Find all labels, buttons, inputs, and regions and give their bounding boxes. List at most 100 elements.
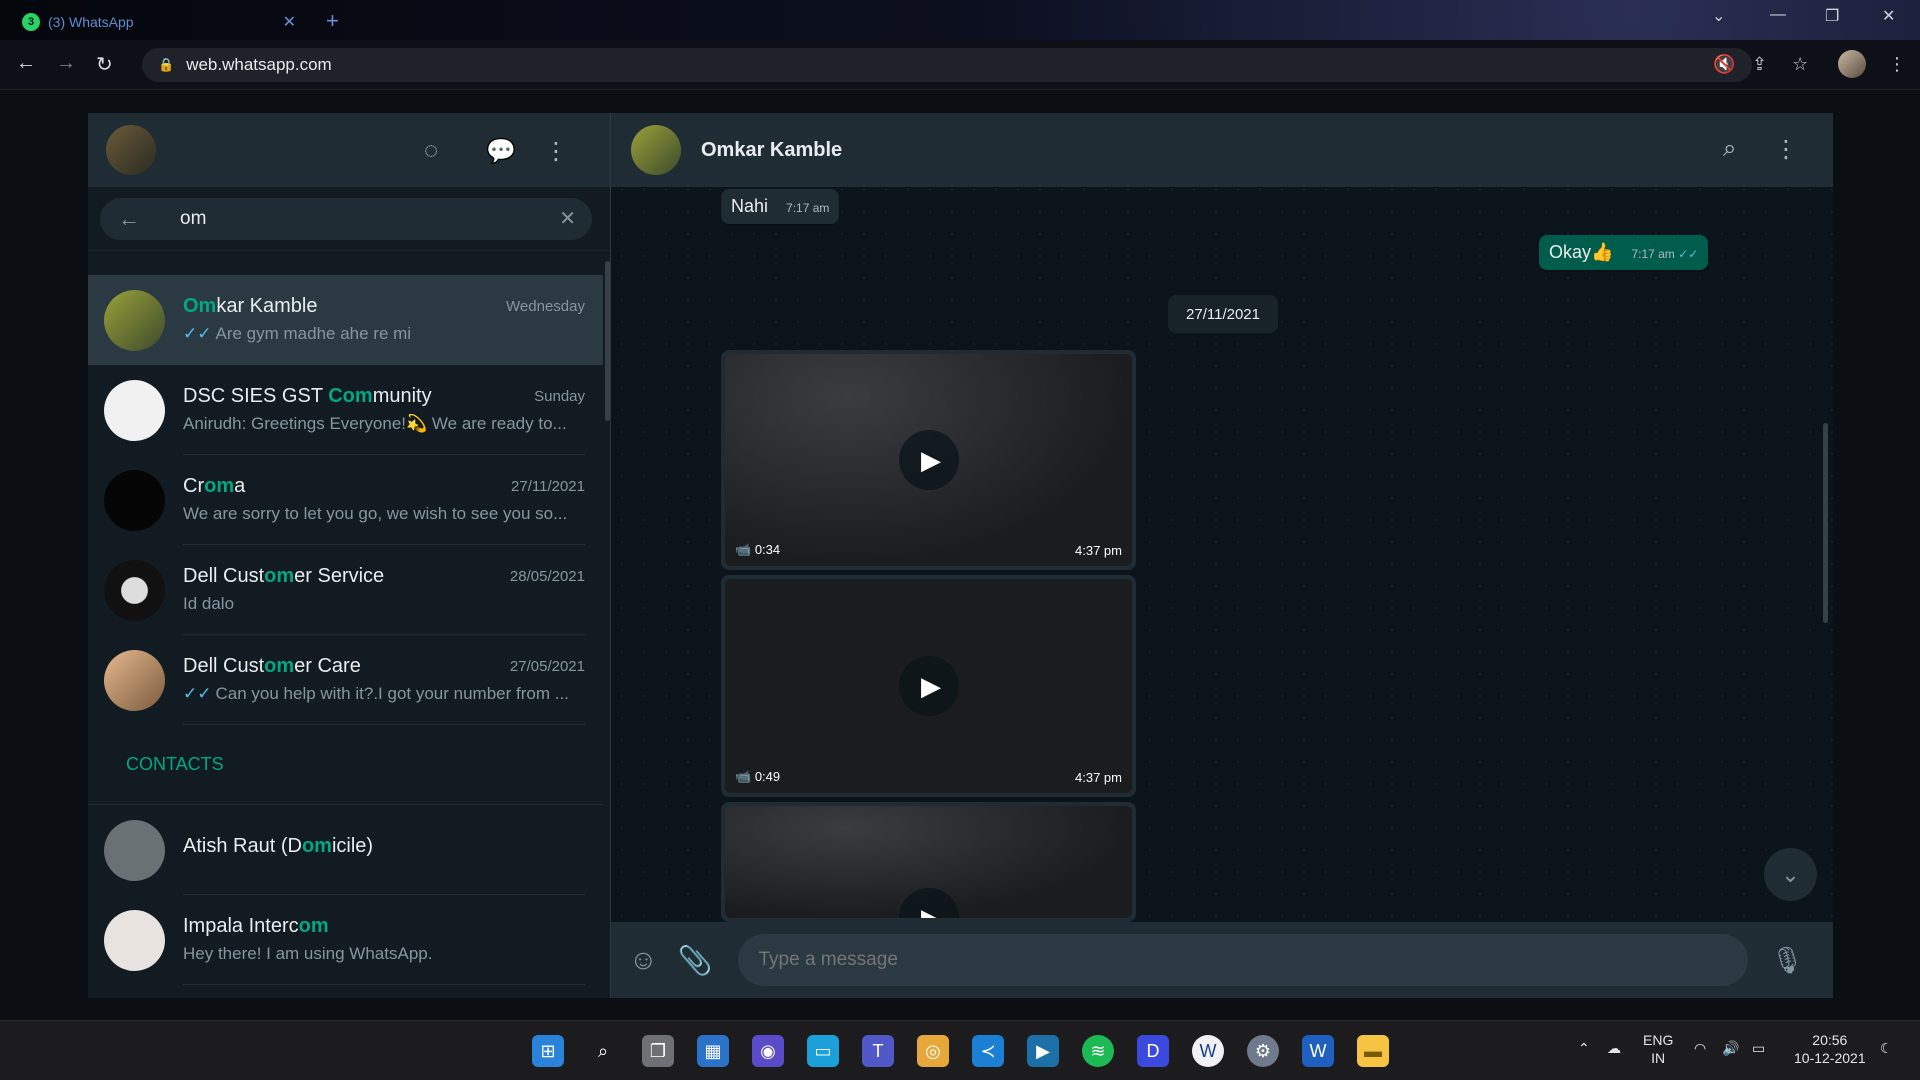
video-time: 4:37 pm (1075, 770, 1122, 785)
chat-name: Croma (183, 475, 246, 497)
video-message[interactable]: ▶ 📹 0:34 4:37 pm (721, 350, 1136, 570)
outgoing-message[interactable]: Okay👍 7:17 am ✓✓ (1539, 235, 1709, 270)
reload-icon[interactable]: ↻ (96, 52, 113, 77)
new-tab-icon[interactable]: + (326, 8, 339, 34)
whatsapp-favicon-icon: 3 (22, 13, 40, 31)
settings-gear-icon[interactable]: ⚙ (1247, 1035, 1279, 1067)
dev-icon[interactable]: D (1137, 1035, 1169, 1067)
spotify-icon[interactable]: ≋ (1082, 1035, 1114, 1067)
read-ticks-icon: ✓✓ (1678, 247, 1699, 261)
chat-row-omkar-kamble[interactable]: Omkar Kamble Wednesday ✓✓ Are gym madhe a… (88, 275, 603, 365)
chat-scrollbar[interactable] (1823, 423, 1828, 623)
chat-preview: ✓✓ Are gym madhe ahe re mi (183, 324, 412, 343)
video-duration: 📹 0:49 (735, 769, 781, 784)
mute-site-icon[interactable]: 🔇 (1713, 54, 1735, 75)
contact-about: Hey there! I am using WhatsApp. (183, 944, 433, 963)
avatar (104, 289, 165, 351)
chat-name: Dell Customer Care (183, 655, 361, 677)
avatar (104, 559, 165, 621)
chat-time: 27/05/2021 (509, 658, 585, 675)
share-icon[interactable]: ⇪ (1752, 54, 1767, 75)
message-composer: ☺ 📎 🎙 (611, 922, 1833, 998)
incoming-message[interactable]: Nahi 7:17 am (721, 189, 840, 224)
message-input[interactable] (738, 934, 1749, 986)
chat-row-dsc-sies[interactable]: DSC SIES GST Community Sunday Anirudh: G… (88, 365, 603, 455)
status-icon[interactable]: ◌ (424, 137, 438, 165)
browser-menu-icon[interactable]: ⋮ (1888, 54, 1906, 75)
profile-avatar[interactable] (1838, 50, 1866, 78)
chat-preview: Anirudh: Greetings Everyone!💫 We are rea… (183, 414, 567, 433)
address-toolbar: ← → ↻ 🔒 web.whatsapp.com 🔇 ⇪ ☆ ⋮ (0, 40, 1920, 90)
close-window-icon[interactable]: ✕ (1882, 6, 1895, 26)
video-message[interactable]: ▶ 📹 0:49 4:37 pm (721, 575, 1136, 797)
back-icon[interactable]: ← (16, 52, 36, 75)
chat-row-dell-service[interactable]: Dell Customer Service 28/05/2021 Id dalo (88, 545, 603, 635)
chat-app-icon[interactable]: ◉ (752, 1035, 784, 1067)
file-explorer-icon[interactable]: ▬ (1357, 1035, 1389, 1067)
search-box: ← ✕ (100, 197, 592, 240)
sidebar-header: ◌ 💬 ⋮ (88, 113, 610, 187)
battery-icon[interactable]: ▭ (1752, 1039, 1765, 1057)
contact-row-impala-intercom[interactable]: Impala Intercom Hey there! I am using Wh… (88, 895, 603, 985)
play-icon[interactable]: ▶ (898, 430, 959, 490)
notifications-icon[interactable]: ☾ (1880, 1039, 1893, 1057)
minimize-icon[interactable]: — (1770, 6, 1786, 24)
widgets-icon[interactable]: ▦ (697, 1035, 729, 1067)
volume-icon[interactable]: 🔊 (1722, 1039, 1739, 1057)
video-thumbnail: ▶ 📹 0:34 4:37 pm (725, 354, 1132, 566)
search-taskbar-icon[interactable]: ⌕ (587, 1035, 619, 1067)
task-view-icon[interactable]: ❐ (642, 1035, 674, 1067)
play-icon[interactable]: ▶ (898, 656, 959, 716)
prime-video-icon[interactable]: ▶ (1027, 1035, 1059, 1067)
app-w-icon[interactable]: W (1192, 1035, 1224, 1067)
scroll-down-chevron-icon[interactable]: ⌄ (1764, 848, 1817, 901)
close-tab-icon[interactable]: ✕ (283, 12, 296, 32)
contact-row-atish-raut[interactable]: Atish Raut (Domicile) (88, 805, 603, 895)
wifi-icon[interactable]: ◠ (1694, 1039, 1706, 1057)
search-input[interactable] (180, 207, 540, 230)
onedrive-cloud-icon[interactable]: ☁ (1607, 1039, 1621, 1057)
url-text: web.whatsapp.com (186, 55, 332, 74)
chrome-icon[interactable]: ◎ (917, 1035, 949, 1067)
chat-menu-icon[interactable]: ⋮ (1774, 135, 1798, 164)
teams-icon[interactable]: T (862, 1035, 894, 1067)
chat-row-croma[interactable]: Croma 27/11/2021 We are sorry to let you… (88, 455, 603, 545)
sidebar-scrollbar[interactable] (605, 261, 610, 421)
video-message[interactable]: ▶ (721, 802, 1136, 922)
url-bar[interactable]: 🔒 web.whatsapp.com (142, 48, 1752, 82)
default-avatar-icon (104, 819, 165, 881)
microphone-icon[interactable]: 🎙 (1770, 945, 1803, 976)
language-indicator[interactable]: ENG IN (1643, 1031, 1673, 1067)
chat-row-dell-care[interactable]: Dell Customer Care 27/05/2021 ✓✓ Can you … (88, 635, 603, 725)
menu-icon[interactable]: ⋮ (544, 137, 568, 166)
attach-icon[interactable]: 📎 (678, 944, 713, 977)
bookmark-star-icon[interactable]: ☆ (1792, 54, 1808, 75)
clock[interactable]: 20:56 10-12-2021 (1794, 1031, 1866, 1067)
contact-avatar[interactable] (631, 125, 681, 175)
windows-taskbar: ⊞ ⌕ ❐ ▦ ◉ ▭ T ◎ ≺ ▶ ≋ D W ⚙ W ▬ ⌃ ☁ ENG I… (0, 1020, 1920, 1080)
my-avatar[interactable] (106, 125, 156, 175)
browser-tab[interactable]: 3 (3) WhatsApp ✕ (10, 4, 310, 40)
vscode-icon[interactable]: ≺ (972, 1035, 1004, 1067)
tab-title: (3) WhatsApp (48, 14, 134, 30)
start-icon[interactable]: ⊞ (532, 1035, 564, 1067)
restore-icon[interactable]: ❐ (1825, 6, 1839, 26)
desktop-icon[interactable]: ▭ (807, 1035, 839, 1067)
forward-icon[interactable]: → (56, 52, 76, 75)
new-chat-icon[interactable]: 💬 (486, 137, 516, 166)
chat-preview: Id dalo (183, 594, 235, 613)
chat-header[interactable]: Omkar Kamble ⌕ ⋮ (611, 113, 1833, 187)
clear-search-icon[interactable]: ✕ (559, 206, 576, 231)
show-hidden-icons-icon[interactable]: ⌃ (1578, 1039, 1590, 1057)
chat-name: Omkar Kamble (183, 295, 318, 317)
search-icon[interactable]: ⌕ (1723, 135, 1736, 163)
contact-name: Atish Raut (Domicile) (183, 835, 374, 857)
word-icon[interactable]: W (1302, 1035, 1334, 1067)
video-thumbnail: ▶ (725, 806, 1132, 918)
read-ticks-icon: ✓✓ (183, 684, 212, 703)
emoji-icon[interactable]: ☺ (629, 944, 658, 976)
contact-name-title[interactable]: Omkar Kamble (701, 139, 842, 162)
search-back-icon[interactable]: ← (118, 206, 140, 232)
tab-search-icon[interactable]: ⌄ (1712, 6, 1725, 26)
avatar (104, 379, 165, 441)
